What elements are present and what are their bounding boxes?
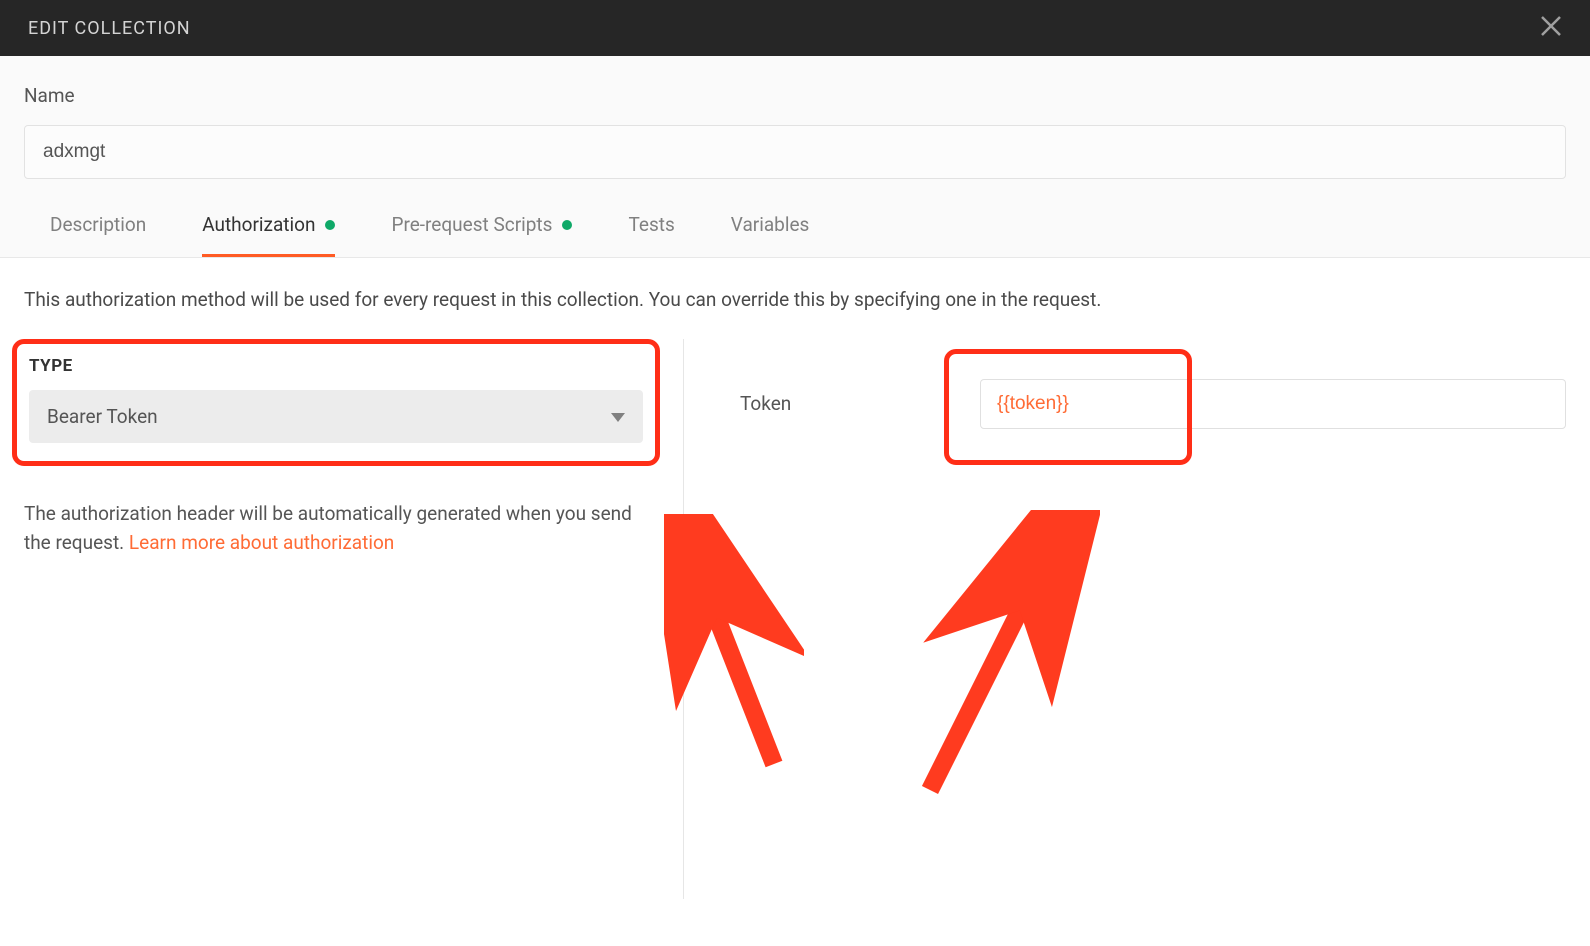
tab-label: Variables bbox=[731, 213, 810, 236]
tab-label: Tests bbox=[628, 213, 674, 236]
chevron-down-icon bbox=[611, 405, 625, 428]
name-input[interactable] bbox=[24, 125, 1566, 179]
token-input[interactable] bbox=[980, 379, 1566, 429]
upper-section: Name Description Authorization Pre-reque… bbox=[0, 56, 1590, 258]
learn-more-link[interactable]: Learn more about authorization bbox=[129, 531, 394, 554]
auth-type-value: Bearer Token bbox=[47, 405, 158, 428]
tabs-row: Description Authorization Pre-request Sc… bbox=[24, 213, 1566, 257]
name-label: Name bbox=[24, 84, 1566, 107]
auth-help-text: The authorization header will be automat… bbox=[24, 499, 659, 558]
tab-authorization[interactable]: Authorization bbox=[202, 213, 335, 257]
tab-tests[interactable]: Tests bbox=[628, 213, 674, 257]
token-row: Token bbox=[740, 379, 1566, 429]
auth-left-column: TYPE Bearer Token The authorization head… bbox=[24, 339, 684, 899]
tab-description[interactable]: Description bbox=[50, 213, 146, 257]
token-input-wrap bbox=[980, 379, 1566, 429]
auth-type-select[interactable]: Bearer Token bbox=[29, 390, 643, 443]
tab-pre-request-scripts[interactable]: Pre-request Scripts bbox=[391, 213, 572, 257]
type-label: TYPE bbox=[29, 356, 643, 376]
tab-variables[interactable]: Variables bbox=[731, 213, 810, 257]
auth-right-column: Token bbox=[684, 339, 1566, 899]
auth-info-text: This authorization method will be used f… bbox=[24, 286, 1566, 315]
auth-columns: TYPE Bearer Token The authorization head… bbox=[24, 339, 1566, 899]
token-label: Token bbox=[740, 392, 980, 415]
annotation-highlight-box: TYPE Bearer Token bbox=[12, 339, 660, 466]
tab-label: Pre-request Scripts bbox=[391, 213, 552, 236]
status-dot-icon bbox=[325, 220, 335, 230]
modal-header: EDIT COLLECTION bbox=[0, 0, 1590, 56]
status-dot-icon bbox=[562, 220, 572, 230]
close-icon[interactable] bbox=[1540, 14, 1562, 42]
tab-label: Description bbox=[50, 213, 146, 236]
tab-label: Authorization bbox=[202, 213, 315, 236]
modal-title: EDIT COLLECTION bbox=[28, 18, 191, 39]
tab-content: This authorization method will be used f… bbox=[0, 258, 1590, 927]
